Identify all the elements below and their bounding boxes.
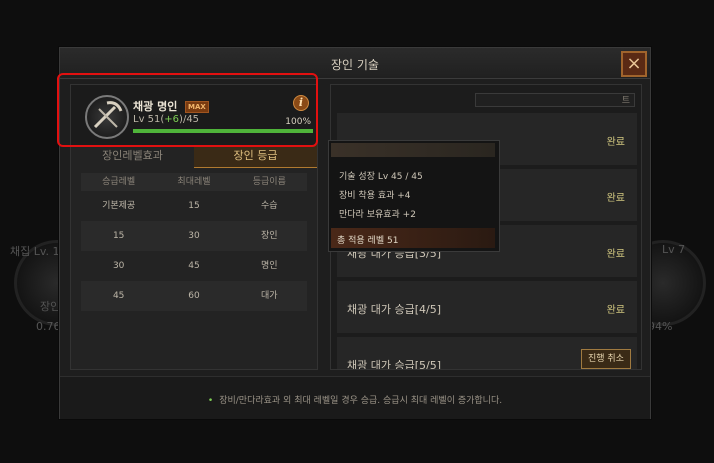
- right-panel-tab[interactable]: 트: [475, 93, 635, 107]
- skill-level: Lv 51(+6)/45: [133, 114, 199, 125]
- skill-progress-fill: [133, 129, 313, 133]
- promotion-status: 완료: [606, 193, 625, 204]
- skill-progress-bar: [133, 129, 313, 133]
- table-row: 30 45 명인: [81, 251, 307, 281]
- level-prefix: Lv 51(: [133, 114, 165, 125]
- info-icon[interactable]: i: [293, 95, 309, 111]
- footer: • 장비/만다라효과 외 최대 레벨일 경우 승급. 승급시 최대 레벨이 증가합…: [60, 376, 650, 419]
- skill-percent: 100%: [285, 117, 311, 127]
- background-left-sub: 장인: [40, 300, 61, 313]
- col-header: 승급레벨: [102, 177, 136, 187]
- table-cell: 45: [188, 261, 200, 271]
- tab-level-effect[interactable]: 장인레벨효과: [71, 145, 194, 167]
- close-button[interactable]: ×: [621, 51, 647, 77]
- table-cell: 45: [112, 291, 125, 301]
- promotion-status: 완료: [606, 249, 625, 260]
- bullet-icon: •: [207, 396, 214, 406]
- background-left-label: 채집 Lv. 1: [10, 245, 60, 258]
- table-cell: 15: [112, 231, 125, 241]
- footer-text: 장비/만다라효과 외 최대 레벨일 경우 승급. 승급시 최대 레벨이 증가합니…: [219, 396, 503, 406]
- level-tooltip: 기술 성장 Lv 45 / 45 장비 착용 효과 +4 만다라 보유효과 +2…: [328, 140, 500, 252]
- grade-table: 승급레벨 최대레벨 등급이름 기본제공 15 수습 15 30 장인 30 45 명인 45…: [81, 173, 307, 311]
- tooltip-line: 만다라 보유효과 +2: [339, 210, 416, 220]
- table-row: 15 30 장인: [81, 221, 307, 251]
- skill-header: 채광 명인 MAX Lv 51(+6)/45 100% i: [71, 85, 317, 145]
- background-right-pct: 94%: [648, 320, 673, 333]
- level-bonus: +6: [164, 114, 180, 125]
- tooltip-line: 기술 성장 Lv 45 / 45: [339, 172, 423, 182]
- tab-artisan-grade[interactable]: 장인 등급: [194, 145, 317, 168]
- pickaxe-icon: [85, 95, 129, 139]
- cancel-progress-button[interactable]: 진행 취소: [581, 349, 631, 369]
- tooltip-header: [331, 143, 495, 157]
- promotion-status: 완료: [606, 305, 625, 316]
- table-cell: 기본제공: [102, 201, 136, 211]
- dialog-title: 장인 기술: [331, 58, 379, 72]
- table-cell: 대가: [261, 291, 278, 301]
- max-badge: MAX: [185, 101, 209, 113]
- table-cell: 수습: [261, 201, 278, 211]
- tooltip-total: 총 적용 레벨 51: [337, 236, 399, 246]
- table-cell: 장인: [261, 231, 278, 241]
- tooltip-line: 장비 착용 효과 +4: [339, 191, 411, 201]
- table-cell: 명인: [261, 261, 278, 271]
- title-bar: 장인 기술 ×: [60, 48, 650, 79]
- table-row: 기본제공 15 수습: [81, 191, 307, 221]
- promotion-label: 채광 대가 승급[5/5]: [347, 359, 441, 370]
- skill-name: 채광 명인: [133, 100, 178, 113]
- background-right-label: Lv 7: [662, 243, 686, 256]
- table-cell: 15: [188, 201, 200, 211]
- artisan-skill-dialog: 장인 기술 × 채광 명인 MAX Lv 51(+6)/45 100% i 장인…: [59, 47, 651, 419]
- table-cell: 60: [188, 291, 200, 301]
- table-row: 45 60 대가: [81, 281, 307, 311]
- promotion-label: 채광 대가 승급[4/5]: [347, 303, 441, 316]
- tab-bar: 장인레벨효과 장인 등급: [71, 145, 317, 168]
- promotion-row: 채광 대가 승급[5/5] 진행 취소: [337, 337, 637, 370]
- col-header: 최대레벨: [177, 177, 211, 187]
- table-cell: 30: [188, 231, 200, 241]
- table-cell: 30: [112, 261, 125, 271]
- grade-table-header: 승급레벨 최대레벨 등급이름: [81, 173, 307, 191]
- footer-note: • 장비/만다라효과 외 최대 레벨일 경우 승급. 승급시 최대 레벨이 증가합…: [60, 393, 650, 406]
- background-left-pct: 0.76: [36, 320, 61, 333]
- promotion-row: 채광 대가 승급[4/5] 완료: [337, 281, 637, 334]
- promotion-status: 완료: [606, 137, 625, 148]
- left-panel: 채광 명인 MAX Lv 51(+6)/45 100% i 장인레벨효과 장인 …: [70, 84, 318, 370]
- level-suffix: )/45: [179, 114, 200, 125]
- col-header: 등급이름: [252, 177, 286, 187]
- grade-table-body: 기본제공 15 수습 15 30 장인 30 45 명인 45 60 대가: [81, 191, 307, 311]
